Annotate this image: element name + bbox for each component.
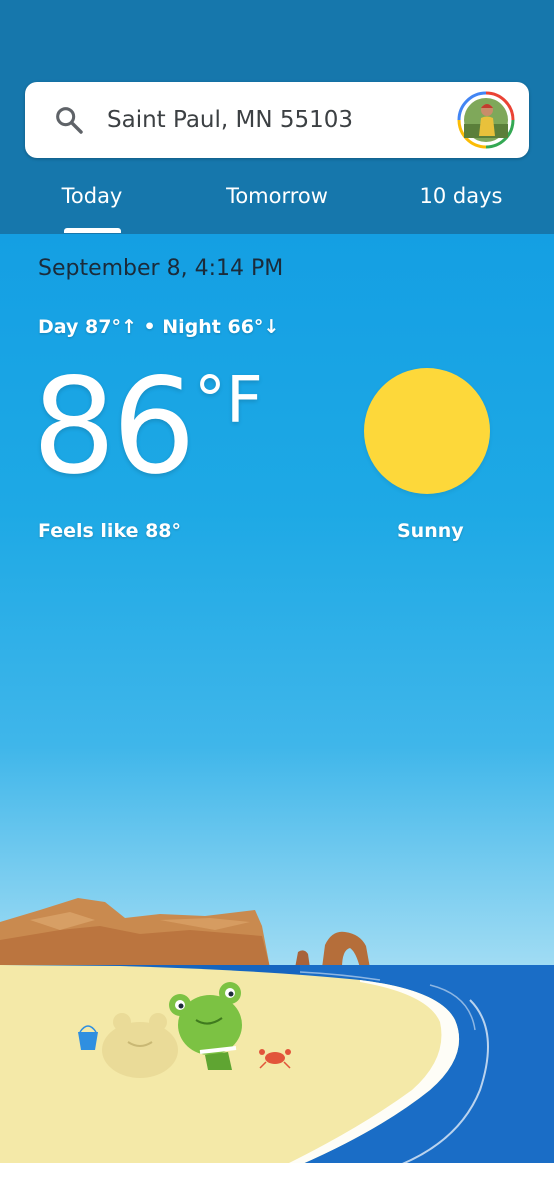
weather-condition: Sunny	[397, 520, 464, 542]
weather-app: Saint Paul, MN 55103 Today Tomorrow 10 d…	[0, 0, 554, 1200]
sand-frog	[102, 1022, 178, 1078]
tab-10-days[interactable]: 10 days	[412, 178, 510, 214]
beach-illustration	[0, 898, 554, 1165]
bottom-area	[0, 1163, 554, 1200]
bucket	[78, 1032, 98, 1050]
selected-tab-indicator	[64, 228, 121, 233]
account-avatar[interactable]	[457, 91, 515, 149]
current-datetime: September 8, 4:14 PM	[38, 256, 284, 281]
rock-arch	[322, 931, 370, 968]
tab-tomorrow[interactable]: Tomorrow	[216, 178, 338, 214]
sun-icon	[364, 368, 490, 494]
current-temperature: 86	[32, 350, 196, 504]
location-search-text[interactable]: Saint Paul, MN 55103	[107, 104, 353, 136]
temperature-unit[interactable]: °F	[194, 364, 263, 438]
feels-like-temperature: Feels like 88°	[38, 520, 182, 542]
tab-today[interactable]: Today	[50, 178, 134, 214]
day-night-temperatures: Day 87°↑ • Night 66°↓	[38, 316, 280, 338]
crab	[265, 1052, 285, 1064]
search-icon[interactable]	[53, 104, 85, 136]
